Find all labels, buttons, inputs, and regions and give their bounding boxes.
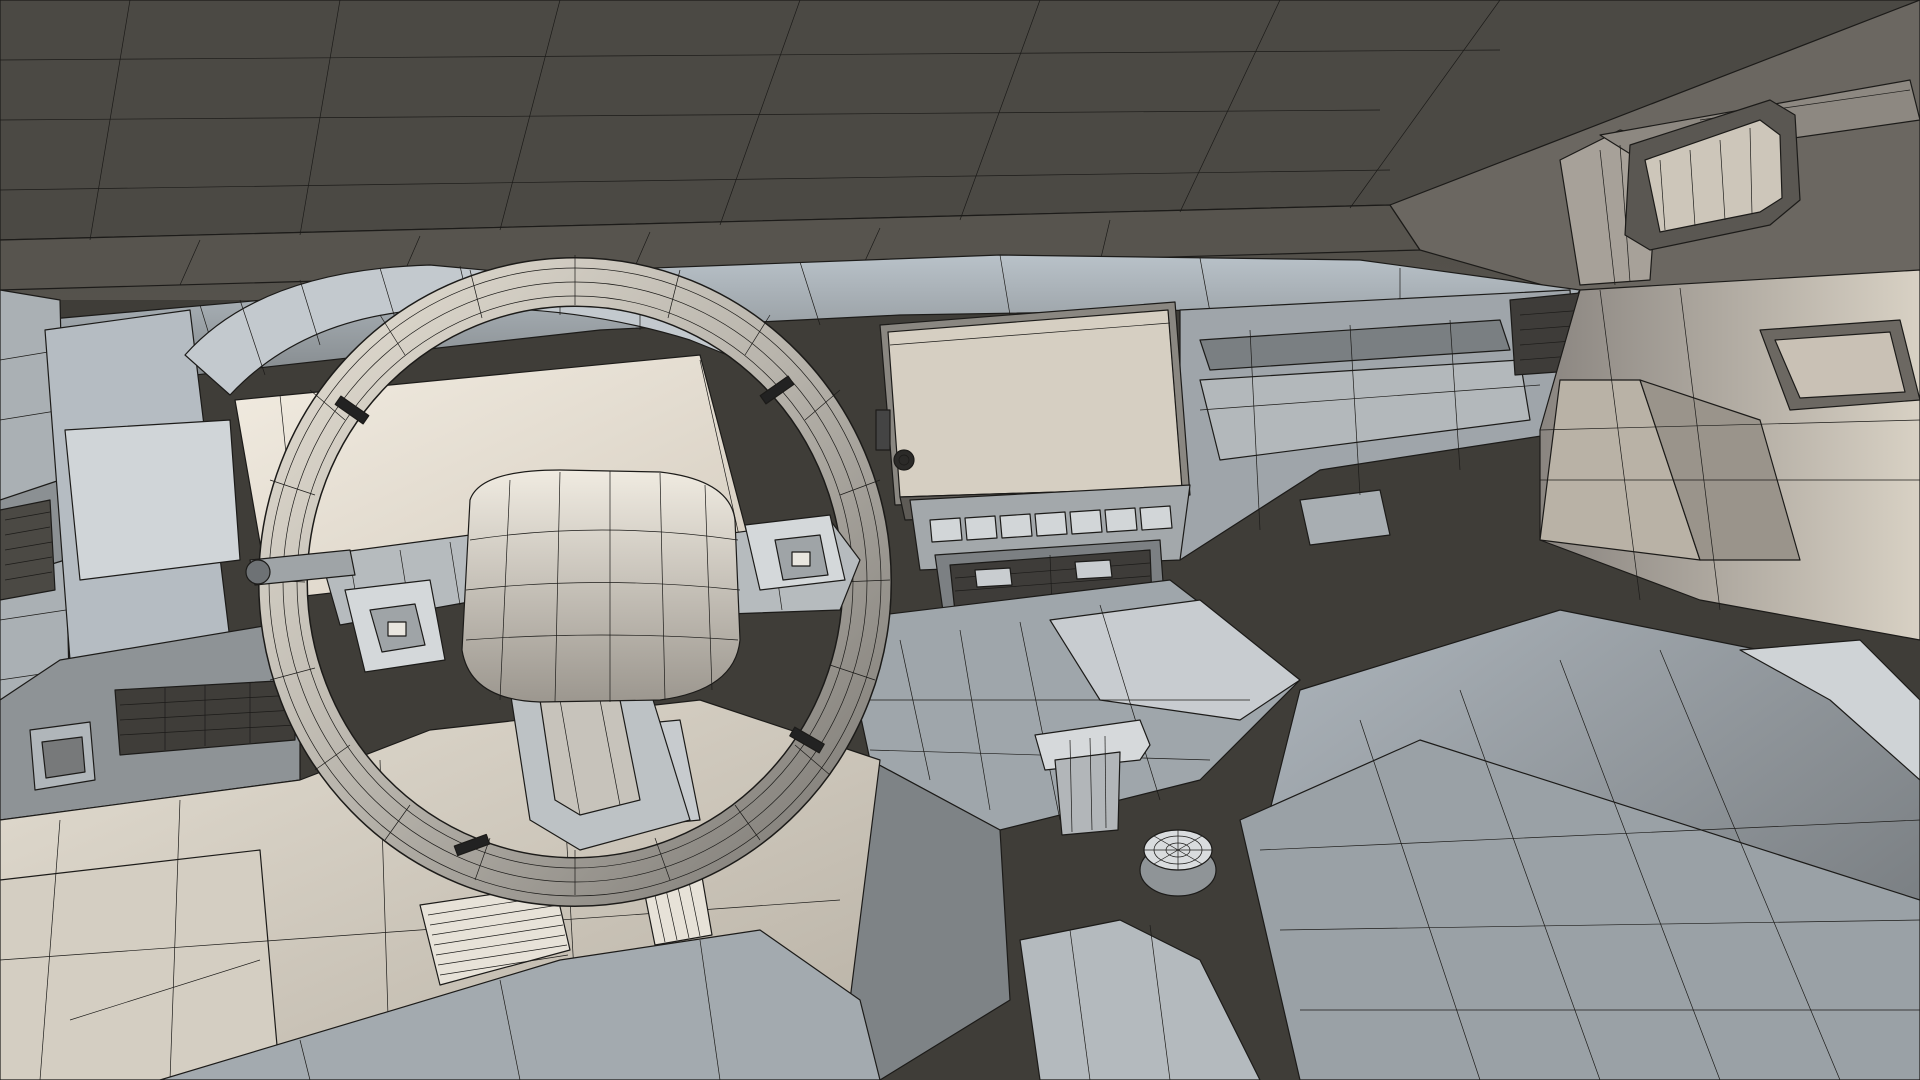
dashboard-passenger xyxy=(1179,289,1591,561)
steering-wheel-hub xyxy=(461,469,741,703)
door-panel-right xyxy=(1539,269,1920,641)
3d-viewport[interactable] xyxy=(0,0,1920,1080)
interior-render xyxy=(0,0,1920,1080)
passenger-seat xyxy=(1239,609,1920,1080)
right-spoke-buttons xyxy=(744,514,846,591)
left-spoke-buttons xyxy=(344,579,446,673)
rotary-knob xyxy=(1139,829,1217,897)
